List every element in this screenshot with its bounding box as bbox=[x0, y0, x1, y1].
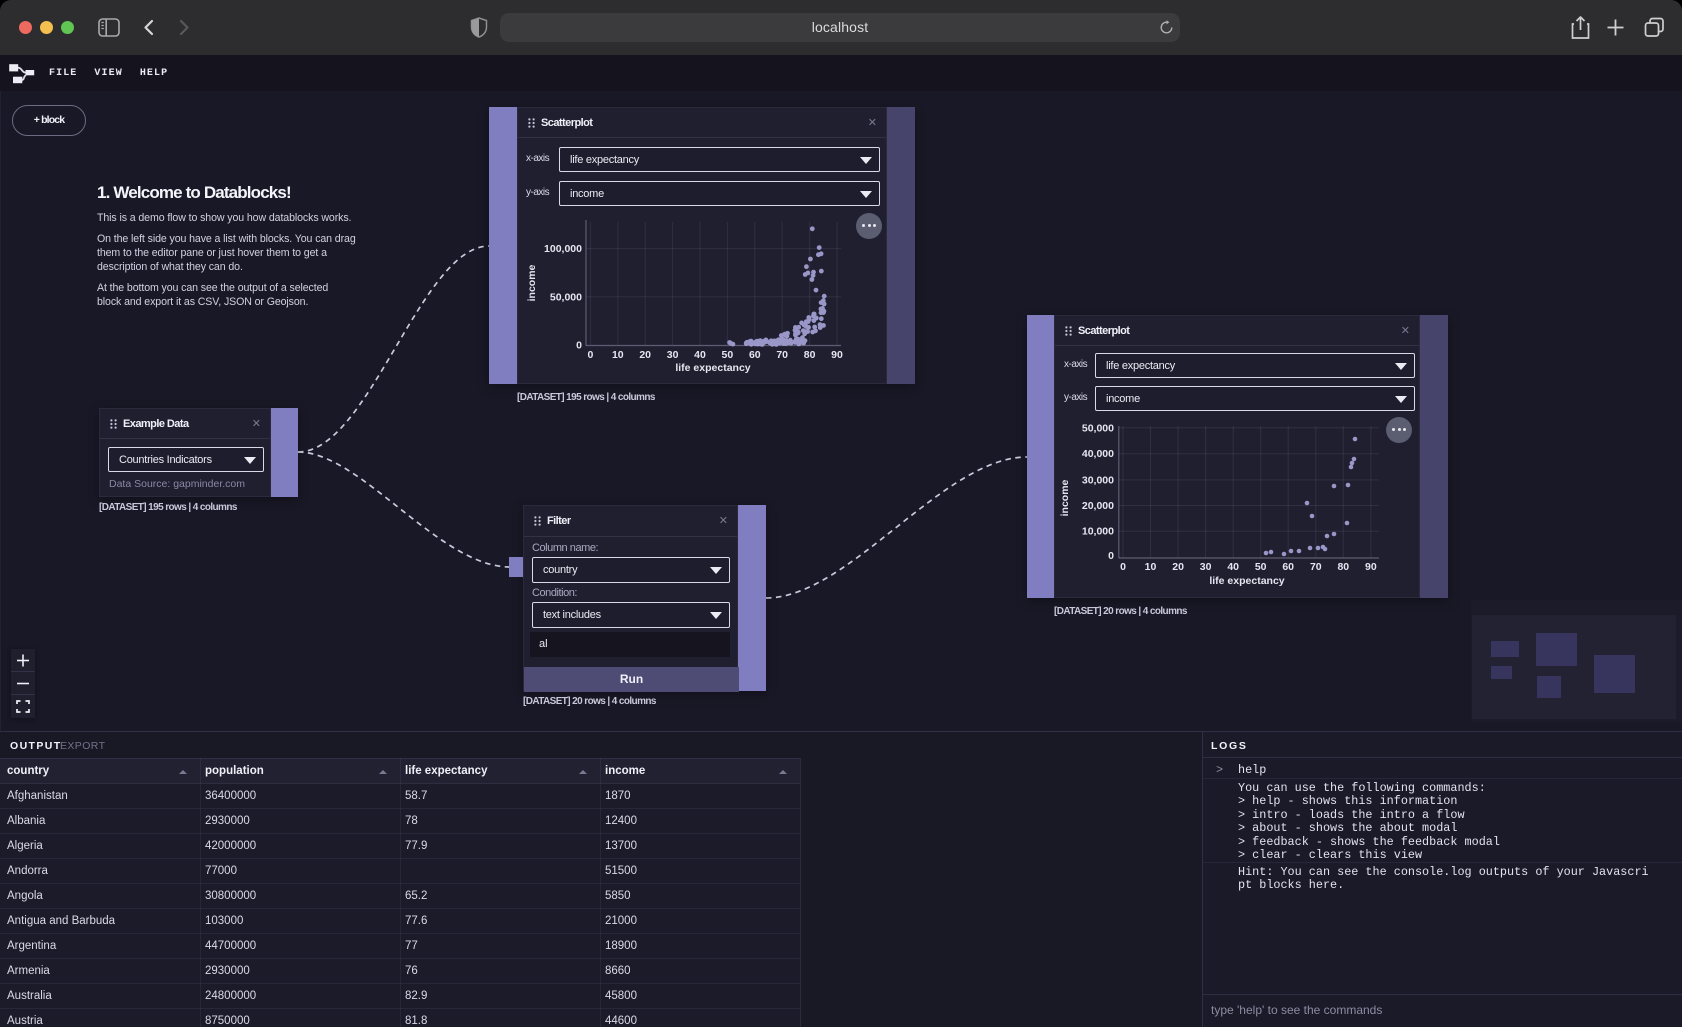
svg-text:0: 0 bbox=[1120, 561, 1126, 573]
svg-text:100,000: 100,000 bbox=[544, 243, 582, 255]
svg-text:80: 80 bbox=[804, 349, 816, 361]
svg-text:80: 80 bbox=[1337, 561, 1349, 573]
svg-text:0: 0 bbox=[576, 340, 582, 352]
svg-text:20: 20 bbox=[639, 349, 651, 361]
svg-text:70: 70 bbox=[1310, 561, 1322, 573]
svg-text:70: 70 bbox=[776, 349, 788, 361]
svg-text:30: 30 bbox=[1200, 561, 1212, 573]
svg-text:40: 40 bbox=[1227, 561, 1239, 573]
svg-text:20,000: 20,000 bbox=[1082, 500, 1114, 512]
svg-text:income: income bbox=[1059, 479, 1071, 516]
svg-text:0: 0 bbox=[1108, 550, 1114, 562]
svg-text:50,000: 50,000 bbox=[1082, 422, 1114, 434]
svg-text:90: 90 bbox=[831, 349, 843, 361]
svg-text:10: 10 bbox=[1145, 561, 1157, 573]
svg-text:30,000: 30,000 bbox=[1082, 474, 1114, 486]
svg-text:0: 0 bbox=[587, 349, 593, 361]
svg-text:life expectancy: life expectancy bbox=[1209, 575, 1284, 587]
svg-text:50: 50 bbox=[722, 349, 734, 361]
svg-text:60: 60 bbox=[749, 349, 761, 361]
svg-text:50,000: 50,000 bbox=[550, 291, 582, 303]
svg-text:30: 30 bbox=[667, 349, 679, 361]
svg-text:10: 10 bbox=[612, 349, 624, 361]
svg-text:40,000: 40,000 bbox=[1082, 448, 1114, 460]
svg-text:50: 50 bbox=[1255, 561, 1267, 573]
svg-text:40: 40 bbox=[694, 349, 706, 361]
svg-text:10,000: 10,000 bbox=[1082, 526, 1114, 538]
svg-text:20: 20 bbox=[1172, 561, 1184, 573]
svg-text:90: 90 bbox=[1365, 561, 1377, 573]
svg-text:income: income bbox=[526, 264, 538, 301]
svg-text:life expectancy: life expectancy bbox=[675, 362, 750, 374]
svg-text:60: 60 bbox=[1282, 561, 1294, 573]
